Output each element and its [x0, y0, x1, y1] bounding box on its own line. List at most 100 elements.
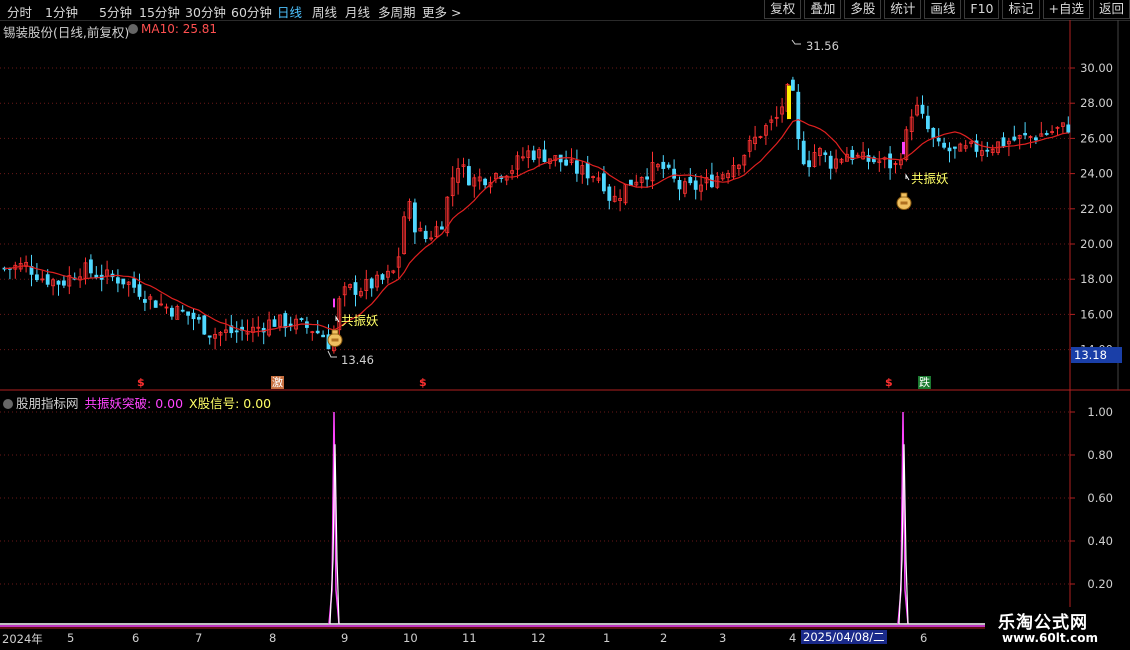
settings-dot-icon[interactable]: [128, 24, 138, 34]
indicator-legend: 股朋指标网 共振妖突破: 0.00 X股信号: 0.00: [3, 393, 271, 412]
candle-body: [116, 277, 120, 284]
candle-body: [807, 160, 811, 168]
candle-body: [186, 311, 191, 316]
marker-dollar: $: [885, 376, 893, 389]
candlesticks: [2, 76, 1071, 354]
ma10-line: [4, 119, 1069, 333]
time-label: 6: [132, 631, 140, 645]
candle-body: [947, 147, 952, 152]
candle-body: [1034, 137, 1038, 141]
candle-body: [926, 115, 930, 130]
selected-date: 2025/04/08/二: [801, 630, 887, 644]
indicator-signal2: X股信号: 0.00: [189, 396, 272, 411]
indicator-tick-label: 1.00: [1087, 405, 1113, 419]
money-bag-symbol: [900, 201, 908, 205]
signal-label: 共振妖: [341, 313, 379, 328]
candle-body: [196, 317, 201, 320]
money-bag-icon: [896, 192, 912, 210]
candle-body: [1012, 136, 1017, 141]
candle-body: [321, 334, 326, 338]
candle-body: [607, 186, 612, 201]
indicator-name[interactable]: 股朋指标网: [16, 396, 79, 411]
candle-body: [1001, 137, 1006, 147]
marker-dollar: $: [419, 376, 427, 389]
candle-body: [942, 142, 946, 148]
candle-body: [180, 309, 185, 312]
candle-body: [791, 79, 795, 91]
candle-body: [575, 160, 579, 174]
price-tick-label: 16.00: [1080, 307, 1113, 321]
time-label: 11: [462, 631, 477, 645]
candle-body: [661, 161, 666, 169]
money-bag-neck: [900, 192, 908, 198]
candle-body: [272, 319, 277, 327]
price-tick-label: 30.00: [1080, 61, 1113, 75]
marker-dollar: $: [137, 376, 145, 389]
candle-body: [1066, 124, 1071, 133]
watermark-url: www.60lt.com: [1002, 631, 1099, 645]
candle-body: [89, 259, 93, 274]
candle-body: [369, 278, 374, 289]
limit-up-bar: [787, 85, 791, 120]
marker-ji: 激: [271, 376, 284, 389]
indicator-tick-label: 0.80: [1087, 448, 1113, 462]
time-label: 3: [719, 631, 727, 645]
stock-title: 锡装股份(日线,前复权): [3, 25, 130, 40]
candle-body: [985, 149, 990, 152]
candle-body: [283, 313, 288, 329]
candle-body: [56, 280, 61, 285]
candle-body: [920, 104, 925, 114]
indicator-pulse: [898, 444, 909, 625]
signal-bar: [902, 141, 905, 155]
candle-body: [936, 137, 941, 142]
signal-label-arrow: [905, 173, 910, 181]
candle-body: [483, 178, 488, 186]
high-price-label: 31.56: [806, 39, 839, 53]
candle-body: [142, 299, 147, 303]
candle-body: [1044, 133, 1049, 135]
candle-body: [823, 152, 828, 155]
candle-body: [672, 168, 676, 179]
signal-bar: [333, 298, 335, 308]
time-label: 8: [269, 631, 277, 645]
time-label: 6: [920, 631, 928, 645]
candle-body: [602, 173, 606, 192]
candle-body: [564, 159, 568, 166]
indicator-settings-dot-icon[interactable]: [3, 399, 13, 409]
ma-legend: MA10: 25.81: [128, 22, 217, 36]
candle-body: [380, 274, 385, 280]
marker-die: 跌: [918, 376, 931, 389]
price-tick-label: 28.00: [1080, 96, 1113, 110]
watermark-title: 乐淘公式网: [998, 613, 1088, 633]
candle-body: [169, 307, 174, 317]
candle-body: [531, 150, 536, 160]
candle-body: [542, 149, 547, 162]
chart-canvas[interactable]: 30.00 28.00 26.00 24.00 22.00 20.00 18.00 16.00…: [0, 0, 1130, 650]
indicator-tick-label: 0.20: [1087, 577, 1113, 591]
low-price-label: 13.46: [341, 353, 374, 367]
current-price-tag: 13.18: [1071, 347, 1122, 363]
candle-body: [888, 153, 892, 169]
candle-body: [35, 274, 39, 281]
money-bag-neck: [331, 329, 339, 335]
candle-body: [466, 166, 471, 186]
price-tick-label: 26.00: [1080, 131, 1113, 145]
money-bag-icon: [327, 329, 343, 347]
candle-body: [207, 335, 212, 338]
high-price-label-leader: [791, 39, 801, 45]
candle-body: [439, 226, 444, 230]
signal-label: 共振妖: [911, 171, 949, 186]
candle-body: [585, 162, 590, 179]
price-tick-label: 22.00: [1080, 202, 1113, 216]
time-label: 12: [531, 631, 546, 645]
time-label: 9: [341, 631, 349, 645]
indicator-tick-label: 0.40: [1087, 534, 1113, 548]
candle-body: [423, 230, 428, 240]
money-bag-symbol: [331, 338, 339, 342]
candle-body: [121, 278, 126, 285]
indicator-pulse: [329, 444, 340, 625]
candle-body: [677, 180, 682, 190]
time-label: 5: [67, 631, 75, 645]
candle-body: [191, 312, 196, 320]
candle-body: [801, 140, 806, 165]
